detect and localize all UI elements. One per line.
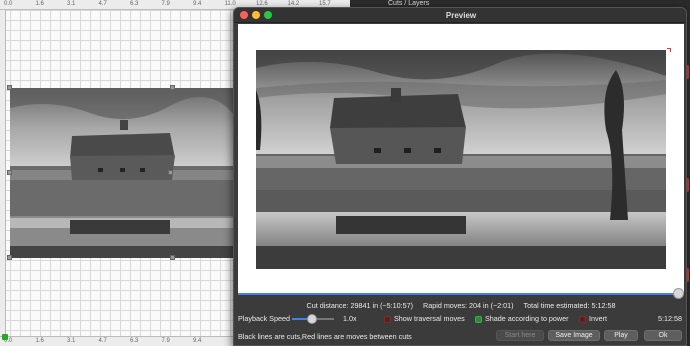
start-here-button[interactable]: Start here [496, 330, 544, 341]
preview-footer: Black lines are cuts,Red lines are moves… [234, 329, 686, 343]
ruler-left [0, 10, 6, 336]
playback-progress-knob[interactable] [673, 288, 684, 299]
resize-handle-tl[interactable] [7, 85, 12, 90]
legend-note: Black lines are cuts,Red lines are moves… [238, 332, 412, 341]
resize-handle-ml[interactable] [7, 170, 12, 175]
origin-marker [2, 334, 8, 340]
save-image-button[interactable]: Save Image [548, 330, 600, 341]
barn-photo-thumbnail [10, 88, 235, 258]
show-traversal-checkbox[interactable] [384, 316, 391, 323]
ruler-tick-label: 6.3 [130, 1, 139, 7]
playback-controls: Playback Speed 1.0x Show traversal moves… [234, 313, 686, 325]
barn-photo-preview [256, 50, 666, 269]
ruler-tick-label: 1.6 [35, 1, 44, 7]
shade-power-checkbox[interactable] [475, 316, 482, 323]
elapsed-time: 5:12:58 [658, 314, 682, 323]
ruler-tick-label: 7.9 [161, 1, 170, 7]
job-stats: Cut distance: 29841 in (~5:10:57) Rapid … [234, 301, 686, 310]
invert-checkbox[interactable] [579, 316, 586, 323]
red-move-mark [667, 48, 671, 52]
cut-distance: Cut distance: 29841 in (~5:10:57) [306, 301, 414, 310]
preview-titlebar[interactable]: Preview [234, 8, 686, 23]
ok-button[interactable]: Ok [644, 330, 682, 341]
ruler-tick-label: 4.7 [98, 338, 107, 344]
preview-title: Preview [445, 11, 477, 20]
ruler-tick-label: 3.1 [67, 1, 76, 7]
ruler-tick-label: 6.3 [130, 338, 139, 344]
total-time: Total time estimated: 5:12:58 [523, 301, 616, 310]
resize-handle-bl[interactable] [7, 255, 12, 260]
resize-handle-tm[interactable] [170, 85, 175, 90]
ruler-tick-label: 11.0 [224, 1, 236, 7]
shade-power-label: Shade according to power [485, 314, 569, 323]
preview-window: Preview Cut distance: 29841 in (~5:10:57… [233, 7, 687, 346]
workspace-image[interactable] [10, 88, 235, 258]
ruler-tick-label: 9.4 [193, 338, 202, 344]
playback-speed-label: Playback Speed [238, 314, 290, 323]
resize-handle-mr[interactable] [168, 170, 173, 175]
ruler-tick-label: 1.6 [35, 338, 44, 344]
ruler-tick-label: 4.7 [98, 1, 107, 7]
playback-speed-value: 1.0x [343, 314, 357, 323]
preview-canvas[interactable] [238, 24, 684, 293]
ruler-tick-label: 3.1 [67, 338, 76, 344]
rapid-moves: Rapid moves: 204 in (~2:01) [423, 301, 514, 310]
play-button[interactable]: Play [604, 330, 638, 341]
ruler-tick-label: 9.4 [193, 1, 202, 7]
ruler-tick-label: 7.9 [161, 338, 170, 344]
show-traversal-label: Show traversal moves [394, 314, 465, 323]
playback-speed-slider[interactable] [307, 314, 317, 324]
playback-speed-track-rest [314, 318, 334, 320]
preview-image [256, 50, 666, 269]
resize-handle-bm[interactable] [170, 255, 175, 260]
invert-label: Invert [589, 314, 607, 323]
ruler-tick-label: 0.0 [4, 1, 13, 7]
playback-progress-bar[interactable] [238, 293, 678, 295]
